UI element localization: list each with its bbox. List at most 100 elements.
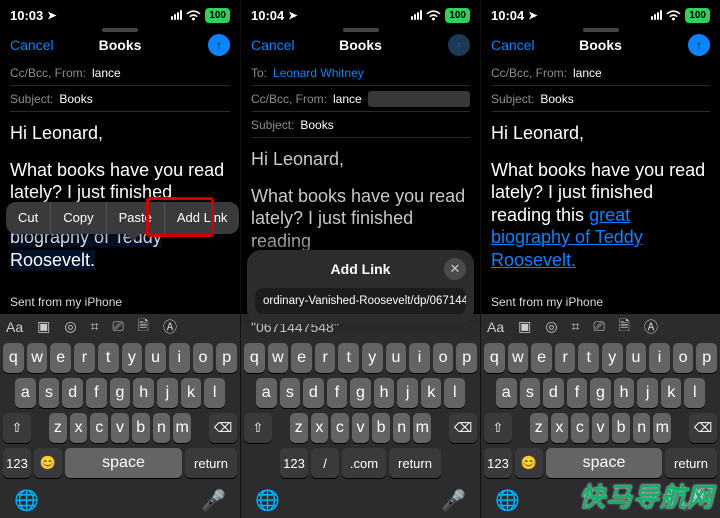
- key-n[interactable]: n: [153, 413, 171, 443]
- scan-text-icon[interactable]: ⎚: [112, 318, 123, 335]
- key-d[interactable]: d: [543, 378, 564, 408]
- key-p[interactable]: p: [456, 343, 477, 373]
- markup-icon[interactable]: Ⓐ: [644, 317, 658, 337]
- key-m[interactable]: m: [413, 413, 431, 443]
- key-w[interactable]: w: [508, 343, 529, 373]
- subject-field[interactable]: Subject: Books: [10, 86, 230, 112]
- markup-icon[interactable]: Ⓐ: [163, 317, 177, 337]
- key-u[interactable]: u: [626, 343, 647, 373]
- key-x[interactable]: x: [551, 413, 569, 443]
- key-x[interactable]: x: [311, 413, 329, 443]
- key-y[interactable]: y: [602, 343, 623, 373]
- key-g[interactable]: g: [110, 378, 131, 408]
- numbers-key[interactable]: 123: [280, 448, 308, 478]
- key-j[interactable]: j: [157, 378, 178, 408]
- key-y[interactable]: y: [362, 343, 383, 373]
- key-t[interactable]: t: [338, 343, 359, 373]
- key-r[interactable]: r: [315, 343, 336, 373]
- cc-from-field[interactable]: Cc/Bcc, From: lance: [251, 86, 470, 112]
- globe-icon[interactable]: 🌐: [495, 488, 520, 513]
- space-key[interactable]: space: [546, 448, 662, 478]
- key-v[interactable]: v: [592, 413, 610, 443]
- from-input[interactable]: [368, 91, 470, 107]
- key-b[interactable]: b: [372, 413, 390, 443]
- key-l[interactable]: l: [204, 378, 225, 408]
- key-b[interactable]: b: [132, 413, 150, 443]
- compose-body[interactable]: Hi Leonard, What books have you read lat…: [481, 112, 720, 313]
- key-b[interactable]: b: [612, 413, 630, 443]
- send-button[interactable]: ↑: [448, 34, 470, 56]
- key-v[interactable]: v: [352, 413, 370, 443]
- scan-icon[interactable]: ⌗: [91, 318, 99, 335]
- photo-icon[interactable]: ▣: [518, 318, 531, 335]
- key-i[interactable]: i: [169, 343, 190, 373]
- add-link-button[interactable]: Add Link: [165, 202, 240, 234]
- cancel-button[interactable]: Cancel: [491, 37, 535, 53]
- key-z[interactable]: z: [290, 413, 308, 443]
- key-n[interactable]: n: [633, 413, 651, 443]
- backspace-key[interactable]: ⌫: [449, 413, 477, 443]
- key-m[interactable]: m: [173, 413, 191, 443]
- key-f[interactable]: f: [86, 378, 107, 408]
- key-g[interactable]: g: [350, 378, 371, 408]
- close-icon[interactable]: ✕: [444, 258, 466, 280]
- key-h[interactable]: h: [374, 378, 395, 408]
- key-s[interactable]: s: [280, 378, 301, 408]
- key-s[interactable]: s: [39, 378, 60, 408]
- key-u[interactable]: u: [145, 343, 166, 373]
- numbers-key[interactable]: 123: [3, 448, 31, 478]
- key-s[interactable]: s: [520, 378, 541, 408]
- key-t[interactable]: t: [98, 343, 119, 373]
- key-l[interactable]: l: [684, 378, 705, 408]
- key-l[interactable]: l: [444, 378, 465, 408]
- key-x[interactable]: x: [70, 413, 88, 443]
- key-n[interactable]: n: [393, 413, 411, 443]
- cut-button[interactable]: Cut: [6, 202, 51, 234]
- text-format-button[interactable]: Aa: [487, 319, 504, 335]
- dictation-icon[interactable]: 🎤: [441, 488, 466, 513]
- camera-icon[interactable]: ◎: [545, 318, 557, 335]
- key-e[interactable]: e: [291, 343, 312, 373]
- return-key[interactable]: return: [665, 448, 717, 478]
- key-c[interactable]: c: [331, 413, 349, 443]
- key-u[interactable]: u: [386, 343, 407, 373]
- shift-key[interactable]: ⇧: [484, 413, 512, 443]
- key-c[interactable]: c: [571, 413, 589, 443]
- camera-icon[interactable]: ◎: [64, 318, 76, 335]
- key-e[interactable]: e: [531, 343, 552, 373]
- scan-text-icon[interactable]: ⎚: [593, 318, 604, 335]
- text-format-button[interactable]: Aa: [6, 319, 23, 335]
- key-e[interactable]: e: [50, 343, 71, 373]
- key-d[interactable]: d: [303, 378, 324, 408]
- key-t[interactable]: t: [578, 343, 599, 373]
- cc-from-field[interactable]: Cc/Bcc, From: lance: [10, 60, 230, 86]
- key-i[interactable]: i: [649, 343, 670, 373]
- emoji-key[interactable]: 😊: [34, 448, 62, 478]
- key-f[interactable]: f: [567, 378, 588, 408]
- key-h[interactable]: h: [133, 378, 154, 408]
- key-a[interactable]: a: [496, 378, 517, 408]
- globe-icon[interactable]: 🌐: [14, 488, 39, 513]
- compose-body[interactable]: Hi Leonard, What books have you read lat…: [0, 112, 240, 313]
- subject-field[interactable]: Subject: Books: [251, 112, 470, 138]
- cc-from-field[interactable]: Cc/Bcc, From: lance: [491, 60, 710, 86]
- attachment-icon[interactable]: 🗎: [138, 315, 149, 339]
- key-q[interactable]: q: [244, 343, 265, 373]
- link-url-input[interactable]: ordinary-Vanished-Roosevelt/dp/067144754…: [255, 288, 466, 314]
- cancel-button[interactable]: Cancel: [251, 37, 295, 53]
- backspace-key[interactable]: ⌫: [689, 413, 717, 443]
- cancel-button[interactable]: Cancel: [10, 37, 54, 53]
- paste-button[interactable]: Paste: [107, 202, 165, 234]
- grabber-icon[interactable]: [102, 28, 138, 32]
- space-key[interactable]: space: [65, 448, 182, 478]
- key-d[interactable]: d: [62, 378, 83, 408]
- send-button[interactable]: ↑: [208, 34, 230, 56]
- subject-field[interactable]: Subject: Books: [491, 86, 710, 112]
- return-key[interactable]: return: [185, 448, 237, 478]
- dictation-icon[interactable]: 🎤: [681, 488, 706, 513]
- shift-key[interactable]: ⇧: [244, 413, 272, 443]
- slash-key[interactable]: /: [311, 448, 339, 478]
- key-k[interactable]: k: [421, 378, 442, 408]
- key-g[interactable]: g: [590, 378, 611, 408]
- attachment-icon[interactable]: 🗎: [619, 315, 630, 339]
